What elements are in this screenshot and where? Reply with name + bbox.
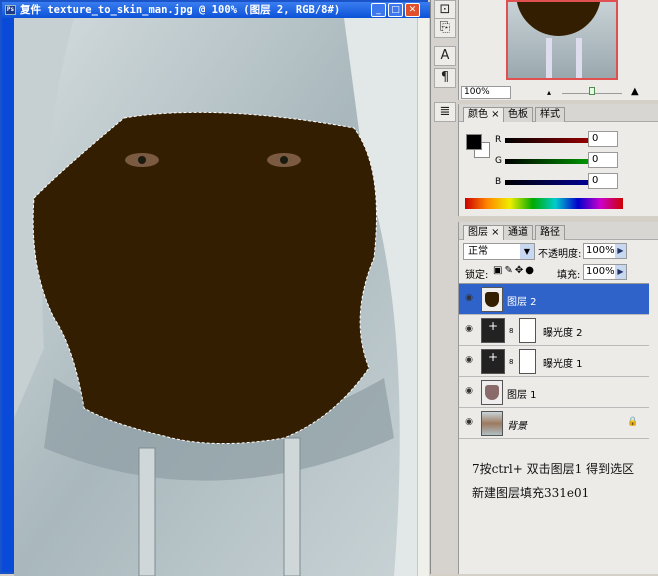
- layer-name: 图层 1: [507, 390, 537, 401]
- g-value[interactable]: 0: [588, 152, 618, 168]
- note-line-2: 新建图层填充331e01: [472, 486, 590, 500]
- tab-label: 颜色: [468, 109, 488, 120]
- r-value[interactable]: 0: [588, 131, 618, 147]
- exposure-adjustment-icon: +: [481, 349, 505, 374]
- b-value[interactable]: 0: [588, 173, 618, 189]
- layer-name: 曝光度 2: [543, 328, 583, 339]
- vertical-scrollbar[interactable]: [417, 18, 429, 576]
- lock-icon: 🔒: [627, 417, 639, 427]
- note-line-1: 7按ctrl+ 双击图层1 得到选区: [472, 462, 635, 476]
- document-title-bar[interactable]: Ps 复件 texture_to_skin_man.jpg @ 100% (图层…: [2, 2, 430, 18]
- exposure-adjustment-icon: +: [481, 318, 505, 343]
- layer-row-background[interactable]: ◉ 背景 🔒: [459, 408, 649, 439]
- paragraph-icon[interactable]: ¶: [434, 68, 456, 88]
- link-icon[interactable]: 8: [509, 327, 513, 335]
- b-label: B: [495, 177, 502, 187]
- layer-name: 背景: [507, 421, 527, 432]
- layers-panel: 图层 × 通道 路径 正常 ▼ 不透明度: 100% ▶ 锁定: ▣✎✥● 填充:…: [458, 222, 658, 574]
- close-button[interactable]: ✕: [405, 3, 420, 17]
- foreground-color-swatch[interactable]: [466, 134, 482, 150]
- document-title: 复件 texture_to_skin_man.jpg @ 100% (图层 2,…: [20, 4, 341, 16]
- zoom-input[interactable]: 100%: [461, 86, 511, 99]
- navigator-thumbnail[interactable]: [506, 0, 618, 80]
- character-icon[interactable]: A: [434, 46, 456, 66]
- lock-label: 锁定:: [465, 270, 489, 281]
- document-window: Ps 复件 texture_to_skin_man.jpg @ 100% (图层…: [0, 0, 430, 576]
- image-canvas[interactable]: [14, 18, 417, 576]
- color-spectrum-bar[interactable]: [465, 198, 623, 209]
- layer-row-1[interactable]: ◉ 图层 1: [459, 377, 649, 408]
- layer-row-2[interactable]: ◉ 图层 2: [459, 284, 649, 315]
- layer-row-exposure-1[interactable]: ◉ + 8 曝光度 1: [459, 346, 649, 377]
- eye-icon[interactable]: ◉: [462, 293, 476, 305]
- layer-row-exposure-2[interactable]: ◉ + 8 曝光度 2: [459, 315, 649, 346]
- layers-list: ◉ 图层 2 ◉ + 8 曝光度 2 ◉ + 8 曝光度 1 ◉ 图层 1 ◉ …: [459, 283, 649, 439]
- tab-styles[interactable]: 样式: [535, 107, 565, 122]
- layer-mask-thumbnail[interactable]: [519, 349, 536, 374]
- fill-label: 填充:: [557, 270, 581, 281]
- lock-icons[interactable]: ▣✎✥●: [493, 265, 536, 276]
- link-icon[interactable]: 8: [509, 358, 513, 366]
- layer-name: 曝光度 1: [543, 359, 583, 370]
- eye-icon[interactable]: ◉: [462, 355, 476, 367]
- layer-name: 图层 2: [507, 297, 537, 308]
- tab-swatches[interactable]: 色板: [503, 107, 533, 122]
- eye-icon[interactable]: ◉: [462, 324, 476, 336]
- eye-icon[interactable]: ◉: [462, 386, 476, 398]
- tool-strip: ⊡ ⎘ A ¶ ≣: [430, 0, 458, 574]
- navigator-panel: 100% ▴ ▲: [458, 0, 658, 100]
- blend-mode-value: 正常: [468, 246, 488, 257]
- tab-layers[interactable]: 图层 ×: [463, 225, 505, 240]
- chevron-down-icon: ▼: [520, 244, 534, 259]
- zoom-in-icon[interactable]: ▲: [631, 86, 639, 97]
- hoodie-image: [14, 18, 417, 576]
- g-label: G: [495, 156, 502, 166]
- tab-channels[interactable]: 通道: [503, 225, 533, 240]
- notes-icon[interactable]: ≣: [434, 102, 456, 122]
- zoom-out-icon[interactable]: ▴: [547, 88, 551, 97]
- tab-color[interactable]: 颜色 ×: [463, 107, 505, 122]
- face-selection-fill: [32, 111, 377, 444]
- r-label: R: [495, 135, 502, 145]
- minimize-button[interactable]: _: [371, 3, 386, 17]
- maximize-button[interactable]: □: [388, 3, 403, 17]
- tab-paths[interactable]: 路径: [535, 225, 565, 240]
- layer-mask-thumbnail[interactable]: [519, 318, 536, 343]
- color-panel: 颜色 × 色板 样式 R 0 G 0 B 0: [458, 104, 658, 216]
- stamp-tool-icon[interactable]: ⎘: [434, 18, 456, 38]
- zoom-slider-handle[interactable]: [589, 87, 595, 95]
- blend-mode-select[interactable]: 正常 ▼: [463, 243, 535, 260]
- photoshop-icon: Ps: [5, 5, 16, 15]
- opacity-label: 不透明度:: [538, 249, 582, 260]
- fill-arrow-icon[interactable]: ▶: [615, 265, 626, 279]
- lock-tool-icon[interactable]: ⊡: [434, 0, 456, 20]
- opacity-arrow-icon[interactable]: ▶: [615, 244, 626, 258]
- tab-label: 图层: [468, 227, 488, 238]
- eye-icon[interactable]: ◉: [462, 417, 476, 429]
